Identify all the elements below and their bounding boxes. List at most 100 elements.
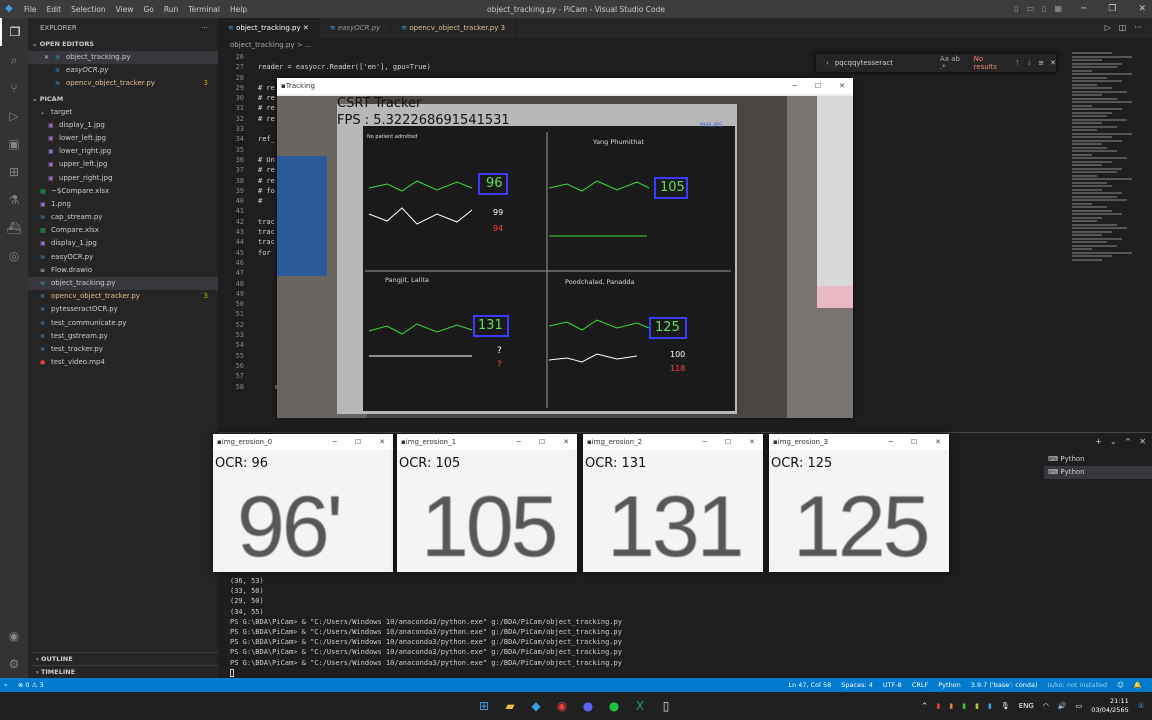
file-item[interactable]: ▣ upper_left.jpg xyxy=(28,158,218,171)
extensions-icon[interactable]: ⊞ xyxy=(0,158,28,186)
open-editors-section[interactable]: ⌄ OPEN EDITORS xyxy=(28,38,218,51)
problems-count[interactable]: ⊗ 0 ⚠ 3 xyxy=(18,678,44,692)
notifications-icon[interactable]: 🔔 xyxy=(1134,678,1142,692)
file-item[interactable]: ▣ 1.png xyxy=(28,198,218,211)
indentation[interactable]: Spaces: 4 xyxy=(841,678,873,692)
menu-view[interactable]: View xyxy=(116,5,134,14)
minimize-icon[interactable]: ─ xyxy=(333,434,337,450)
file-item[interactable]: ▣ lower_right.jpg xyxy=(28,145,218,158)
notification-center-icon[interactable]: ② xyxy=(1138,702,1144,710)
more-actions-icon[interactable]: ··· xyxy=(1134,18,1142,38)
toggle-replace-icon[interactable]: › xyxy=(826,59,829,67)
tab-object-tracking[interactable]: ≋ object_tracking.py ✕ xyxy=(218,18,320,38)
tab-easyocr[interactable]: ≋ easyOCR.py xyxy=(320,18,392,38)
toggle-secondary-icon[interactable]: ▯ xyxy=(1042,0,1046,18)
find-input[interactable]: pqcqqytesseract xyxy=(835,59,934,67)
file-item[interactable]: ≋ pytesseractOCR.py xyxy=(28,303,218,316)
terminal-output[interactable]: (36, 53) (33, 50) (29, 50) (34, 55) PS G:\BD… xyxy=(230,576,622,668)
maximize-icon[interactable]: ☐ xyxy=(355,434,361,450)
close-icon[interactable]: ✕ xyxy=(839,78,845,94)
document-icon[interactable]: ▯ xyxy=(656,696,676,716)
docker-icon[interactable]: ⛴ xyxy=(0,214,28,242)
close-icon[interactable]: ✕ xyxy=(1138,0,1146,18)
toggle-panel-icon[interactable]: ▭ xyxy=(1026,0,1034,18)
menu-go[interactable]: Go xyxy=(143,5,153,14)
menu-file[interactable]: File xyxy=(24,5,37,14)
maximize-panel-icon[interactable]: ^ xyxy=(1125,437,1132,446)
menu-edit[interactable]: Edit xyxy=(47,5,62,14)
file-item[interactable]: ≋ object_tracking.py xyxy=(28,277,218,291)
file-item[interactable]: ≋ test_communicate.py xyxy=(28,317,218,330)
minimize-icon[interactable]: ─ xyxy=(1081,0,1086,18)
manage-gear-icon[interactable]: ⚙ xyxy=(0,650,28,678)
maximize-icon[interactable]: ❐ xyxy=(1108,0,1116,18)
find-options[interactable]: Aa ab .* xyxy=(940,55,968,71)
breadcrumb[interactable]: object_tracking.py > ... xyxy=(218,38,1152,52)
discord-icon[interactable]: ● xyxy=(578,696,598,716)
ocr-window-titlebar[interactable]: ▪ img_erosion_3 ─ ☐ ✕ xyxy=(769,434,949,450)
tray-app-icon[interactable]: ▮ xyxy=(988,702,992,710)
testing-icon[interactable]: ⚗ xyxy=(0,186,28,214)
ocr-window-titlebar[interactable]: ▪ img_erosion_1 ─ ☐ ✕ xyxy=(397,434,577,450)
start-icon[interactable]: ⊞ xyxy=(474,696,494,716)
tab-opencv-object-tracker[interactable]: ≋ opencv_object_tracker.py 3 xyxy=(391,18,517,38)
file-item[interactable]: ▦ ~$Compare.xlsx xyxy=(28,185,218,198)
terminal-session[interactable]: ⌨ Python xyxy=(1044,453,1152,466)
close-icon[interactable]: ✕ xyxy=(44,51,52,64)
account-icon[interactable]: ◉ xyxy=(0,622,28,650)
find-in-selection-icon[interactable]: ≡ xyxy=(1038,59,1044,67)
outline-section[interactable]: › OUTLINE xyxy=(32,652,218,665)
file-item[interactable]: ● test_video.mp4 xyxy=(28,356,218,369)
jupyter-icon[interactable]: ◎ xyxy=(0,242,28,270)
file-item[interactable]: ▣ display_1.jpg xyxy=(28,237,218,250)
menu-terminal[interactable]: Terminal xyxy=(188,5,220,14)
volume-icon[interactable]: 🔊 xyxy=(1058,702,1067,710)
split-editor-icon[interactable]: ◫ xyxy=(1119,18,1127,38)
maximize-icon[interactable]: ☐ xyxy=(815,78,821,94)
chrome-icon[interactable]: ◉ xyxy=(552,696,572,716)
cursor-position[interactable]: Ln 47, Col 58 xyxy=(788,678,831,692)
wifi-icon[interactable]: ◠ xyxy=(1043,702,1049,710)
file-item[interactable]: ≋ cap_stream.py xyxy=(28,211,218,224)
remote-explorer-icon[interactable]: ▣ xyxy=(0,130,28,158)
remote-indicator-icon[interactable]: ⌁ xyxy=(4,678,8,692)
toggle-sidebar-icon[interactable]: ▯ xyxy=(1014,0,1018,18)
terminal-session[interactable]: ⌨ Python xyxy=(1044,466,1152,479)
minimize-icon[interactable]: ─ xyxy=(889,434,893,450)
close-icon[interactable]: ✕ xyxy=(379,434,385,450)
close-panel-icon[interactable]: ✕ xyxy=(1139,437,1146,446)
minimize-icon[interactable]: ─ xyxy=(793,78,797,94)
tray-overflow-icon[interactable]: ^ xyxy=(922,702,928,710)
maximize-icon[interactable]: ☐ xyxy=(911,434,917,450)
search-icon[interactable]: ⌕ xyxy=(0,46,28,74)
linter-notice[interactable]: Is/ko: not installed xyxy=(1048,678,1108,692)
menu-selection[interactable]: Selection xyxy=(71,5,106,14)
tray-app-icon[interactable]: ▮ xyxy=(975,702,979,710)
feedback-icon[interactable]: ☺ xyxy=(1117,678,1124,692)
next-match-icon[interactable]: ↓ xyxy=(1026,59,1032,67)
close-icon[interactable]: ✕ xyxy=(935,434,941,450)
source-control-icon[interactable]: ⑂ xyxy=(0,74,28,102)
close-find-icon[interactable]: ✕ xyxy=(1050,59,1056,67)
folder-item[interactable]: ⌄ target xyxy=(28,106,218,119)
maximize-icon[interactable]: ☐ xyxy=(539,434,545,450)
tray-app-icon[interactable]: ▮ xyxy=(949,702,953,710)
more-actions-icon[interactable]: ··· xyxy=(201,18,208,38)
file-item[interactable]: ▦ Compare.xlsx xyxy=(28,224,218,237)
clock[interactable]: 21:11 03/04/2565 xyxy=(1091,697,1128,715)
file-item[interactable]: ≋ test_tracker.py xyxy=(28,343,218,356)
language-indicator[interactable]: ENG xyxy=(1019,702,1034,710)
file-item[interactable]: ≋ test_gstream.py xyxy=(28,330,218,343)
open-editor-item[interactable]: ≋ easyOCR.py xyxy=(28,64,218,77)
file-item[interactable]: ▣ lower_left.jpg xyxy=(28,132,218,145)
maximize-icon[interactable]: ☐ xyxy=(725,434,731,450)
terminal-dropdown-icon[interactable]: ⌄ xyxy=(1110,437,1117,446)
encoding[interactable]: UTF-8 xyxy=(883,678,902,692)
timeline-section[interactable]: › TIMELINE xyxy=(32,665,218,678)
menu-run[interactable]: Run xyxy=(164,5,178,14)
tray-app-icon[interactable]: ▮ xyxy=(962,702,966,710)
language-mode[interactable]: Python xyxy=(938,678,961,692)
minimize-icon[interactable]: ─ xyxy=(703,434,707,450)
previous-match-icon[interactable]: ↑ xyxy=(1015,59,1021,67)
menu-help[interactable]: Help xyxy=(230,5,247,14)
